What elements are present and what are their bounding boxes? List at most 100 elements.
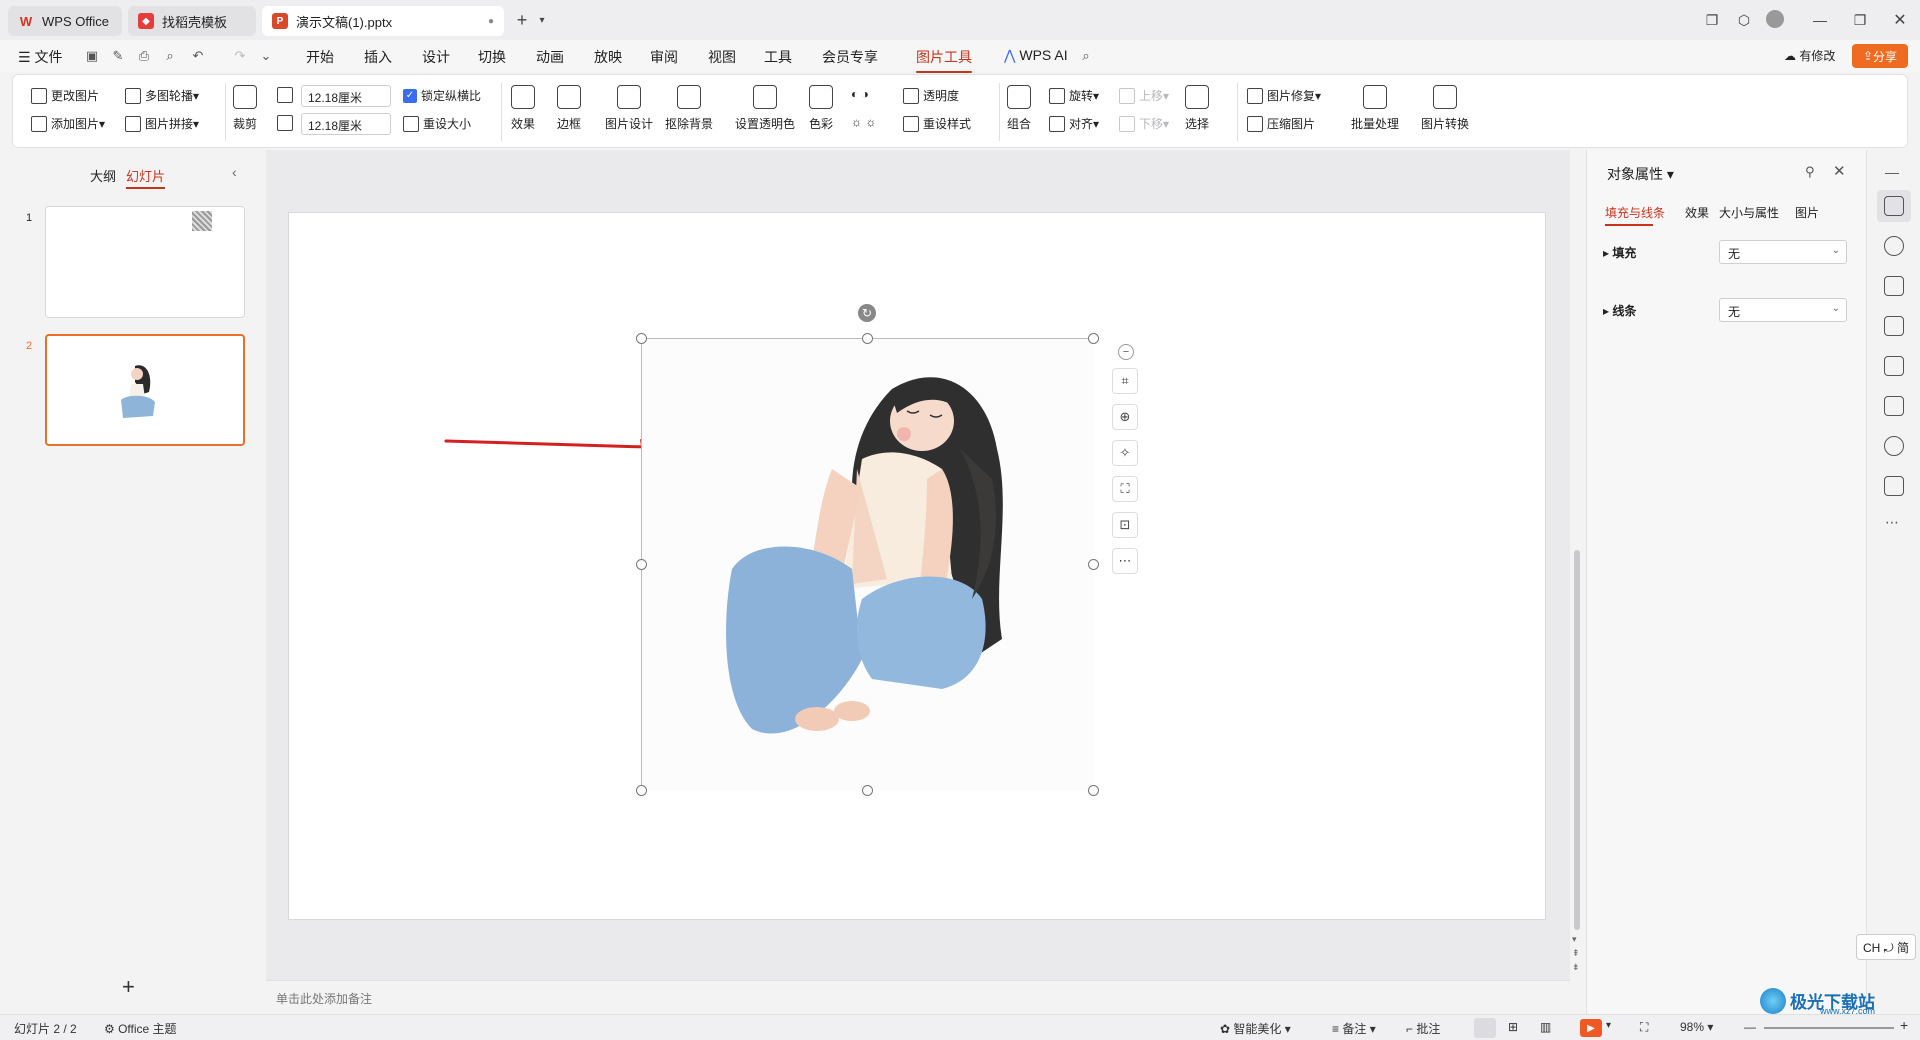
menu-transition[interactable]: 切换 [478,47,506,67]
comments-toggle[interactable]: ⌐ 批注 [1406,1020,1440,1037]
rotate-handle-icon[interactable]: ↻ [858,304,876,322]
has-changes-button[interactable]: ☁ 有修改 [1784,47,1835,64]
transparency-button[interactable]: 透明度 [903,87,959,104]
pin-icon[interactable]: ⚲ [1805,164,1815,180]
line-section[interactable]: ▸ 线条 [1603,302,1636,319]
minimize-sidebar-icon[interactable]: — [1885,164,1899,180]
collapse-toolbar-icon[interactable]: − [1118,344,1134,360]
copy-icon[interactable] [1884,276,1904,296]
compress-picture-button[interactable]: 压缩图片 [1247,115,1315,132]
restore-icon[interactable]: ❐ [1850,10,1870,30]
search-icon[interactable]: ⌕ [1078,48,1094,64]
menu-insert[interactable]: 插入 [364,47,392,67]
resize-handle-bottom[interactable] [862,785,873,796]
tab-slides[interactable]: 幻灯片 [126,166,166,189]
float-zoom-icon[interactable]: ⊕ [1112,404,1138,430]
shirt-icon[interactable] [1884,476,1904,496]
wps-ai-button[interactable]: ⋀ WPS AI [1004,47,1068,64]
fill-section[interactable]: ▸ 填充 [1603,244,1636,261]
resize-handle-top-left[interactable] [636,333,647,344]
collapse-icon[interactable]: ‹ [232,164,237,180]
resize-handle-top[interactable] [862,333,873,344]
float-magic-icon[interactable]: ✧ [1112,440,1138,466]
print-icon[interactable]: ⎙ [136,48,152,64]
more-chevron-icon[interactable]: ⌄ [258,48,274,64]
float-more-icon[interactable]: ⋯ [1112,548,1138,574]
float-ocr-icon[interactable]: ⛶ [1112,476,1138,502]
float-crop-icon[interactable]: ⌗ [1112,368,1138,394]
menu-member[interactable]: 会员专享 [822,47,878,67]
multi-carousel-button[interactable]: 多图轮播 ▾ [125,87,199,104]
add-picture-button[interactable]: 添加图片 ▾ [31,115,105,132]
notes-area[interactable]: 单击此处添加备注 [266,980,1570,1014]
unsaved-dot-icon[interactable]: ● [488,16,494,27]
slide-thumbnail-1[interactable] [45,206,245,318]
resize-handle-bottom-right[interactable] [1088,785,1099,796]
scroll-arrows-icon[interactable]: ▾ ⇞ ⇟ [1572,932,1580,974]
line-select[interactable]: 无 ⌄ [1719,298,1847,322]
reading-view-icon[interactable]: ▥ [1540,1020,1551,1034]
selected-picture[interactable] [641,338,1094,791]
redo-icon[interactable]: ↷ [232,48,248,64]
cube-icon[interactable]: ⬡ [1734,10,1754,30]
menu-slideshow[interactable]: 放映 [594,47,622,67]
image-icon[interactable] [1884,316,1904,336]
close-pane-icon[interactable]: ✕ [1833,162,1846,180]
menu-view[interactable]: 视图 [708,47,736,67]
resize-handle-top-right[interactable] [1088,333,1099,344]
save-icon[interactable]: ▣ [84,48,100,64]
reset-size-button[interactable]: 重设大小 [403,115,471,132]
lock-ratio-checkbox[interactable]: ✓ 锁定纵横比 [403,87,481,104]
tab-size-properties[interactable]: 大小与属性 [1719,204,1779,221]
brightness-icon[interactable]: ☼ ☼ [851,115,876,129]
share-button[interactable]: ⇪ 分享 [1852,44,1908,68]
send-backward-button[interactable]: 下移 ▾ [1119,115,1169,132]
resize-handle-bottom-left[interactable] [636,785,647,796]
properties-icon[interactable] [1884,196,1904,216]
fit-window-icon[interactable]: ⛶ [1640,1020,1648,1035]
normal-view-icon[interactable] [1474,1018,1496,1038]
fill-select[interactable]: 无 ⌄ [1719,240,1847,264]
play-slideshow-icon[interactable]: ▶ [1580,1019,1602,1037]
menu-review[interactable]: 审阅 [650,47,678,67]
add-slide-icon[interactable]: + [122,974,135,1000]
tools-icon[interactable] [1884,356,1904,376]
select-button[interactable]: 选择 [1185,85,1209,132]
minimize-icon[interactable]: — [1810,10,1830,30]
reset-style-button[interactable]: 重设样式 [903,115,971,132]
zoom-level[interactable]: 98% ▾ [1680,1020,1713,1034]
vertical-scrollbar[interactable] [1574,550,1580,930]
slideshow-options-icon[interactable]: ▾ [1606,1020,1611,1031]
format-painter-icon[interactable]: ✎ [110,48,126,64]
notes-toggle[interactable]: ≡ 备注 ▾ [1332,1020,1376,1037]
bring-forward-button[interactable]: 上移 ▾ [1119,87,1169,104]
border-button[interactable]: 边框 [557,85,581,132]
zoom-slider[interactable] [1764,1027,1894,1029]
book-icon[interactable] [1884,396,1904,416]
chevron-down-icon[interactable]: ▾ [532,10,552,30]
change-picture-button[interactable]: 更改图片 [31,87,99,104]
effects-button[interactable]: 效果 [511,85,535,132]
more-icon[interactable]: ⋯ [1885,514,1899,531]
tab-picture[interactable]: 图片 [1795,204,1819,221]
picture-convert-button[interactable]: 图片转换 [1421,85,1469,132]
contrast-icon[interactable]: ◐ ◑ [851,87,869,101]
slide-sorter-icon[interactable]: ⊞ [1508,1020,1518,1034]
picture-repair-button[interactable]: 图片修复 ▾ [1247,87,1321,104]
zoom-out-icon[interactable]: — [1744,1020,1756,1034]
file-menu[interactable]: ☰ 文件 [18,47,62,67]
tab-fill-line[interactable]: 填充与线条 [1605,204,1665,221]
tab-outline[interactable]: 大纲 [90,166,116,185]
menu-design[interactable]: 设计 [422,47,450,67]
star-icon[interactable] [1884,236,1904,256]
slide-thumbnail-2[interactable] [45,334,245,446]
menu-animation[interactable]: 动画 [536,47,564,67]
help-icon[interactable] [1884,436,1904,456]
remove-background-button[interactable]: 抠除背景 [665,85,713,132]
resize-handle-right[interactable] [1088,559,1099,570]
tab-effects[interactable]: 效果 [1685,204,1709,221]
pane-title[interactable]: 对象属性 ▾ [1607,164,1674,184]
menu-tools[interactable]: 工具 [764,47,792,67]
picture-design-button[interactable]: 图片设计 [605,85,653,132]
crop-button[interactable]: 裁剪 [233,85,257,132]
